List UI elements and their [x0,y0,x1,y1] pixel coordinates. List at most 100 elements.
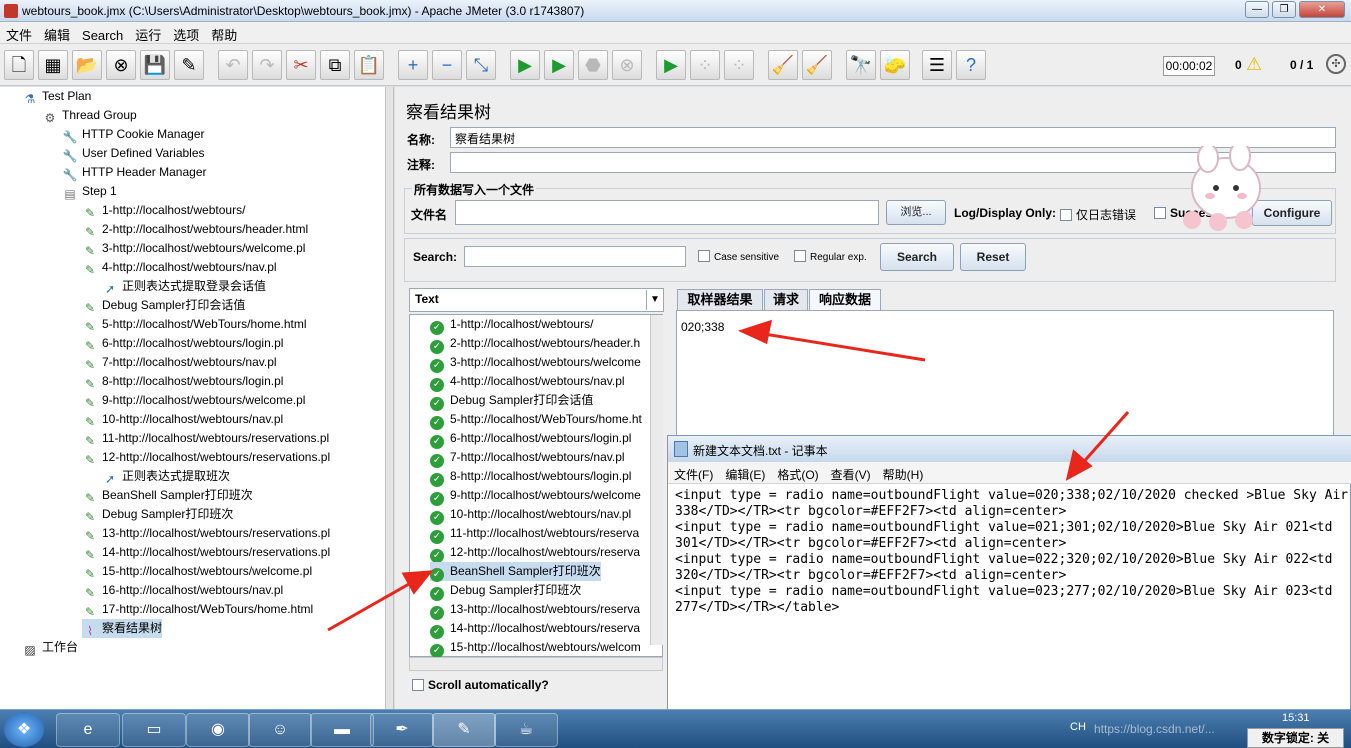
regex-checkbox[interactable]: Regular exp. [794,250,867,263]
toggle-icon[interactable]: ⤡ [466,50,496,80]
tree-sampler[interactable]: ✎ 3-http://localhost/webtours/welcome.pl [82,239,305,258]
explorer-icon[interactable]: ▭ [122,713,186,747]
close-button[interactable]: ✕ [1299,1,1345,18]
paste-icon[interactable]: 📋 [354,50,384,80]
case-sensitive-checkbox[interactable]: Case sensitive [698,250,779,263]
menu-help[interactable]: 帮助 [205,22,243,44]
response-area[interactable] [676,310,1334,440]
list-item[interactable]: ✓ 14-http://localhost/webtours/reserva [430,619,640,639]
browse-button[interactable]: 浏览... [886,200,946,225]
tree-sampler[interactable]: ✎ 16-http://localhost/webtours/nav.pl [82,581,283,600]
editor-icon[interactable]: ✒ [370,713,434,747]
copy-icon[interactable]: ⧉ [320,50,350,80]
tree-sampler[interactable]: ✎ 13-http://localhost/webtours/reservatio… [82,524,330,543]
tree-regex-extractor[interactable]: ➚ 正则表达式提取班次 [102,467,230,486]
help-icon[interactable]: ? [956,50,986,80]
list-item[interactable]: ✓ 7-http://localhost/webtours/nav.pl [430,448,625,468]
shutdown-icon[interactable]: ⊗ [612,50,642,80]
tree-sampler[interactable]: ✎ BeanShell Sampler打印班次 [82,486,253,505]
vertical-scrollbar[interactable] [650,315,663,645]
tree-thread-group[interactable]: ⚙ Thread Group [42,106,137,125]
list-item[interactable]: ✓ 12-http://localhost/webtours/reserva [430,543,640,563]
filename-input[interactable] [455,200,879,225]
function-helper-icon[interactable]: ☰ [922,50,952,80]
remote-shutdown-icon[interactable]: ⁘ [724,50,754,80]
search-input[interactable] [464,246,686,267]
notepad-menu-edit[interactable]: 编辑(E) [719,462,771,483]
tree-sampler[interactable]: ✎ Debug Sampler打印会话值 [82,296,245,315]
tree-sampler[interactable]: ✎ 9-http://localhost/webtours/welcome.pl [82,391,305,410]
tree-step-1[interactable]: ▤ Step 1 [62,182,116,201]
horizontal-scrollbar[interactable] [409,657,663,671]
tree-sampler[interactable]: ✎ 6-http://localhost/webtours/login.pl [82,334,283,353]
tree-view-results-tree[interactable]: ⌇ 察看结果树 [82,619,163,638]
warning-icon[interactable]: ⚠ [1246,54,1262,75]
server-status-icon[interactable]: ✣ [1326,54,1346,74]
redo-icon[interactable]: ↷ [252,50,282,80]
start-no-pause-icon[interactable]: ▶ [544,50,574,80]
ie-icon[interactable]: e [56,713,120,747]
tree-test-plan[interactable]: ⚗ Test Plan [22,87,92,106]
tree-sampler[interactable]: ✎ 1-http://localhost/webtours/ [82,201,245,220]
undo-icon[interactable]: ↶ [218,50,248,80]
notepad-menu-view[interactable]: 查看(V) [825,462,877,483]
pane-splitter[interactable] [386,87,394,709]
tree-sampler[interactable]: ✎ 7-http://localhost/webtours/nav.pl [82,353,277,372]
save-screenshot-icon[interactable]: ✎ [174,50,204,80]
remote-stop-icon[interactable]: ⁘ [690,50,720,80]
minimize-button[interactable]: — [1245,1,1269,18]
tree-sampler[interactable]: ✎ 5-http://localhost/WebTours/home.html [82,315,307,334]
list-item[interactable]: ✓ 9-http://localhost/webtours/welcome [430,486,641,506]
start-button[interactable]: ❖ [4,712,44,747]
cut-icon[interactable]: ✂ [286,50,316,80]
list-item[interactable]: ✓ Debug Sampler打印班次 [430,581,581,601]
menu-run[interactable]: 运行 [129,22,167,44]
notepad-menu-help[interactable]: 帮助(H) [877,462,930,483]
list-item[interactable]: ✓ 4-http://localhost/webtours/nav.pl [430,372,625,392]
input-language[interactable]: CH [1070,721,1086,733]
cmd-icon[interactable]: ▬ [310,713,374,747]
expand-icon[interactable]: + [398,50,428,80]
clear-all-icon[interactable]: 🧹 [802,50,832,80]
list-item[interactable]: ✓ Debug Sampler打印会话值 [430,391,593,411]
list-item[interactable]: ✓ 8-http://localhost/webtours/login.pl [430,467,631,487]
list-item[interactable]: ✓ 1-http://localhost/webtours/ [430,315,593,335]
close-file-icon[interactable]: ⊗ [106,50,136,80]
tab-response-data[interactable]: 响应数据 [809,289,881,310]
renderer-select[interactable]: Text [409,288,664,312]
tree-sampler[interactable]: ✎ 2-http://localhost/webtours/header.html [82,220,308,239]
notepad-menu-file[interactable]: 文件(F) [668,462,719,483]
clear-icon[interactable]: 🧹 [768,50,798,80]
list-item[interactable]: ✓ 2-http://localhost/webtours/header.h [430,334,640,354]
search-binoculars-icon[interactable]: 🔭 [846,50,876,80]
tree-sampler[interactable]: ✎ 12-http://localhost/webtours/reservatio… [82,448,330,467]
search-button[interactable]: Search [880,243,954,271]
tree-sampler[interactable]: ✎ 11-http://localhost/webtours/reservatio… [82,429,329,448]
list-item[interactable]: ✓ 15-http://localhost/webtours/welcom [430,638,641,658]
open-icon[interactable]: 📂 [72,50,102,80]
tab-request[interactable]: 请求 [764,289,808,310]
tree-sampler[interactable]: ✎ 15-http://localhost/webtours/welcome.pl [82,562,312,581]
list-item[interactable]: ✓ 3-http://localhost/webtours/welcome [430,353,641,373]
collapse-icon[interactable]: − [432,50,462,80]
errors-only-checkbox[interactable]: 仅日志错误 [1060,206,1136,223]
templates-icon[interactable]: ▦ [38,50,68,80]
start-icon[interactable]: ▶ [510,50,540,80]
reset-button[interactable]: Reset [960,243,1026,271]
tree-sampler[interactable]: ✎ Debug Sampler打印班次 [82,505,233,524]
tree-sampler[interactable]: ✎ 14-http://localhost/webtours/reservatio… [82,543,330,562]
stop-icon[interactable]: ⬣ [578,50,608,80]
loadrunner-icon[interactable]: ☺ [248,713,312,747]
tree-sampler[interactable]: ✎ 10-http://localhost/webtours/nav.pl [82,410,283,429]
tree-cookie-manager[interactable]: 🔧 HTTP Cookie Manager [62,125,205,144]
list-item[interactable]: ✓ 6-http://localhost/webtours/login.pl [430,429,631,449]
chevron-down-icon[interactable]: ▼ [646,290,663,310]
clock-time[interactable]: 15:31 [1282,712,1310,724]
list-item[interactable]: ✓ 11-http://localhost/webtours/reserva [430,524,639,544]
tab-sampler-result[interactable]: 取样器结果 [677,289,763,310]
menu-edit[interactable]: 编辑 [38,22,76,44]
scroll-auto-checkbox[interactable]: Scroll automatically? [412,678,549,692]
java-ee-ide-icon[interactable]: ☕ [494,713,558,747]
reset-search-icon[interactable]: 🧽 [880,50,910,80]
tree-sampler[interactable]: ✎ 17-http://localhost/WebTours/home.html [82,600,313,619]
